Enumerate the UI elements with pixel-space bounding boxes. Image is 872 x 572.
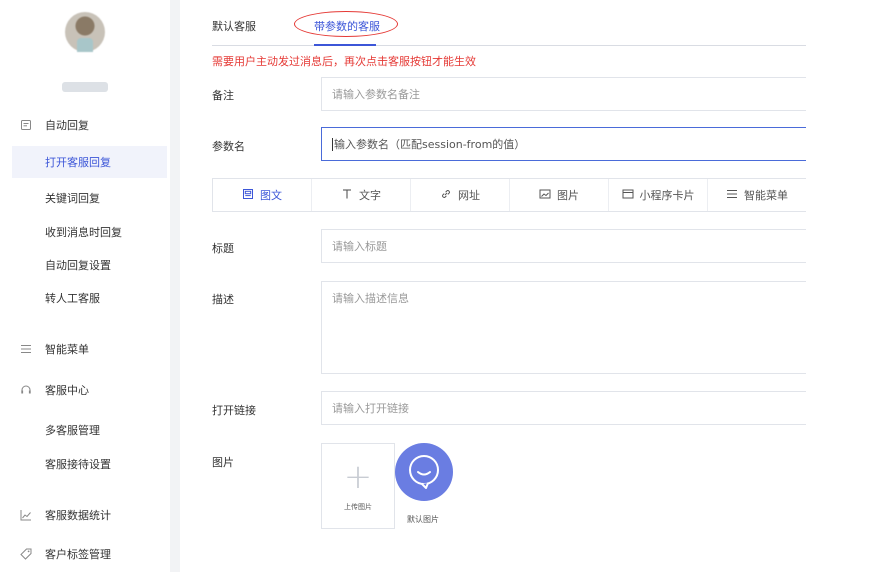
type-smart-menu[interactable]: 智能菜单 [708, 179, 806, 211]
menu-list-icon [726, 188, 738, 203]
nav-section-label: 客服数据统计 [45, 509, 111, 522]
type-image[interactable]: 图片 [510, 179, 609, 211]
sidebar: 自动回复 打开客服回复 关键词回复 收到消息时回复 自动回复设置 转人工客服 智… [0, 0, 170, 572]
image-label: 图片 [212, 456, 234, 469]
username-blurred [62, 82, 108, 92]
picture-icon [539, 188, 551, 203]
default-image-caption: 默认图片 [407, 515, 439, 524]
param-name-placeholder: 输入参数名（匹配session-from的值） [334, 138, 526, 151]
type-label: 图文 [260, 189, 282, 202]
sidebar-item-reception-settings[interactable]: 客服接待设置 [12, 448, 167, 480]
description-textarea[interactable]: 请输入描述信息 [321, 281, 806, 374]
remark-input[interactable]: 请输入参数名备注 [321, 77, 806, 111]
sidebar-item-keyword-reply[interactable]: 关键词回复 [12, 182, 167, 214]
tag-icon [20, 548, 32, 560]
open-link-label: 打开链接 [212, 404, 256, 417]
description-label: 描述 [212, 293, 234, 306]
sidebar-divider [170, 0, 180, 572]
upload-image-button[interactable]: + 上传图片 [321, 443, 395, 529]
image-text-icon [242, 188, 254, 203]
sidebar-item-open-service-reply[interactable]: 打开客服回复 [12, 146, 167, 178]
text-caret [332, 137, 333, 151]
message-icon [20, 119, 32, 131]
type-url[interactable]: 网址 [411, 179, 510, 211]
param-name-label: 参数名 [212, 140, 245, 153]
title-label: 标题 [212, 242, 234, 255]
default-image[interactable] [395, 443, 453, 501]
tab-default-service[interactable]: 默认客服 [212, 18, 256, 34]
main-content: 默认客服 带参数的客服 需要用户主动发过消息后，再次点击客服按钮才能生效 备注 … [180, 0, 872, 572]
mini-program-card-icon [622, 188, 634, 203]
sidebar-item-auto-reply-settings[interactable]: 自动回复设置 [12, 249, 167, 281]
nav-section-label: 智能菜单 [45, 343, 89, 356]
menu-list-icon [20, 343, 32, 355]
line-chart-icon [20, 509, 32, 521]
type-label: 图片 [557, 189, 579, 202]
title-input[interactable]: 请输入标题 [321, 229, 806, 263]
sidebar-item-multi-service-management[interactable]: 多客服管理 [12, 414, 167, 446]
type-text[interactable]: 文字 [312, 179, 411, 211]
highlight-annotation [294, 11, 398, 37]
nav-section-label: 客户标签管理 [45, 548, 111, 561]
type-mini-program-card[interactable]: 小程序卡片 [609, 179, 708, 211]
link-icon [440, 188, 452, 203]
content-type-bar: 图文 文字 网址 图片 小程序卡片 智能菜单 [212, 178, 806, 212]
type-label: 网址 [458, 189, 480, 202]
plus-icon: + [343, 457, 373, 497]
nav-section-label: 自动回复 [45, 119, 89, 132]
type-label: 智能菜单 [744, 189, 788, 202]
text-icon [341, 188, 353, 203]
upload-caption: 上传图片 [344, 503, 372, 511]
nav-section-label: 客服中心 [45, 384, 89, 397]
headset-icon [20, 384, 32, 396]
tab-bar: 默认客服 带参数的客服 [212, 11, 806, 46]
type-label: 小程序卡片 [639, 189, 695, 202]
tab-active-indicator [314, 44, 376, 46]
sidebar-item-message-received-reply[interactable]: 收到消息时回复 [12, 216, 167, 248]
sidebar-item-transfer-to-human[interactable]: 转人工客服 [12, 282, 167, 314]
type-label: 文字 [359, 189, 381, 202]
type-image-text[interactable]: 图文 [213, 179, 312, 211]
notice-text: 需要用户主动发过消息后，再次点击客服按钮才能生效 [212, 55, 476, 68]
avatar[interactable] [65, 12, 105, 52]
chat-bubble-icon [409, 455, 439, 489]
remark-label: 备注 [212, 89, 234, 102]
open-link-input[interactable]: 请输入打开链接 [321, 391, 806, 425]
param-name-input[interactable]: 输入参数名（匹配session-from的值） [321, 127, 806, 161]
